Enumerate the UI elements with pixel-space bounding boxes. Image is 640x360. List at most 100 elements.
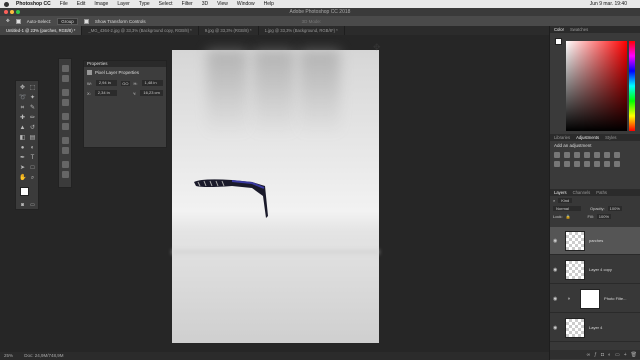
eraser-icon[interactable]: ◧: [19, 135, 26, 142]
foreground-swatch[interactable]: [555, 38, 562, 45]
move-tool-icon[interactable]: ✥: [6, 18, 10, 24]
color-picker-field[interactable]: [566, 41, 627, 131]
menu-window[interactable]: Window: [237, 1, 255, 7]
threshold-icon[interactable]: [614, 161, 620, 167]
history-icon[interactable]: [62, 65, 69, 72]
gradient-icon[interactable]: ▤: [29, 135, 36, 142]
link-dimensions-button[interactable]: GO: [121, 80, 130, 86]
layer-name[interactable]: Layer 4: [589, 325, 602, 330]
history-brush-icon[interactable]: ↺: [29, 125, 36, 132]
menu-edit[interactable]: Edit: [77, 1, 86, 7]
close-icon[interactable]: [4, 10, 8, 14]
zoom-tool-icon[interactable]: ⌕: [29, 175, 36, 182]
layer-row[interactable]: ◉ Layer 4: [550, 314, 640, 342]
layer-row[interactable]: ◉ ◑ Photo Filte...: [550, 285, 640, 313]
new-adjustment-icon[interactable]: ◐: [608, 352, 611, 358]
move-icon[interactable]: ✥: [19, 85, 26, 92]
channel-mixer-icon[interactable]: [574, 161, 580, 167]
tab-layers[interactable]: Layers: [554, 189, 567, 196]
color-balance-icon[interactable]: [614, 152, 620, 158]
stamp-icon[interactable]: ▲: [19, 125, 26, 132]
width-field[interactable]: 2,94 in: [95, 80, 118, 86]
tab-swatches[interactable]: Swatches: [570, 26, 588, 33]
menu-filter[interactable]: Filter: [182, 1, 193, 7]
hand-icon[interactable]: ✋: [19, 175, 26, 182]
tab-1-jpg[interactable]: 1.jpg @ 33,3% (Background, RGB/8*) *: [259, 26, 345, 35]
lock-icon[interactable]: 🔒: [566, 214, 571, 219]
group-select[interactable]: Group: [57, 17, 78, 25]
menu-view[interactable]: View: [217, 1, 228, 7]
pen-icon[interactable]: ✒: [19, 155, 26, 162]
menu-3d[interactable]: 3D: [202, 1, 208, 7]
opacity-field[interactable]: 100%: [607, 205, 622, 211]
brush-presets-icon[interactable]: [62, 171, 69, 178]
height-field[interactable]: 1,48 in: [141, 80, 163, 86]
visibility-icon[interactable]: ◉: [553, 238, 559, 244]
hue-slider[interactable]: [629, 41, 635, 131]
menu-type[interactable]: Type: [139, 1, 150, 7]
tool-presets-icon[interactable]: [62, 161, 69, 168]
exposure-icon[interactable]: [584, 152, 590, 158]
visibility-icon[interactable]: ◉: [553, 325, 559, 331]
transform-checkbox[interactable]: [83, 18, 89, 24]
menu-app[interactable]: Photoshop CC: [16, 1, 51, 7]
auto-select-checkbox[interactable]: [15, 18, 21, 24]
tab-mg-4364[interactable]: _MG_4364-2.jpg @ 33,3% (Background copy,…: [82, 26, 199, 35]
menu-file[interactable]: File: [60, 1, 68, 7]
minimize-icon[interactable]: [10, 10, 14, 14]
hue-saturation-icon[interactable]: [604, 152, 610, 158]
photo-filter-icon[interactable]: [564, 161, 570, 167]
crop-icon[interactable]: ⌗: [19, 105, 26, 112]
tab-paths[interactable]: Paths: [596, 189, 607, 196]
document-canvas[interactable]: [172, 50, 379, 343]
visibility-icon[interactable]: ◉: [553, 296, 559, 302]
fx-icon[interactable]: ƒ: [594, 352, 597, 358]
magic-wand-icon[interactable]: ✦: [29, 95, 36, 102]
brush-icon[interactable]: ✏: [29, 115, 36, 122]
tab-untitled-1[interactable]: Untitled-1 @ 23% (parches, RGB/8) *: [0, 26, 83, 35]
layer-mask-thumbnail[interactable]: [580, 288, 601, 309]
info-icon[interactable]: [62, 75, 69, 82]
tab-color[interactable]: Color: [554, 26, 564, 33]
play-icon[interactable]: [62, 89, 69, 96]
type-icon[interactable]: T: [29, 155, 36, 162]
fill-field[interactable]: 100%: [596, 213, 612, 219]
character-icon[interactable]: [62, 113, 69, 120]
layer-row[interactable]: ◉ parches: [550, 227, 640, 255]
menu-help[interactable]: Help: [264, 1, 274, 7]
vibrance-icon[interactable]: [594, 152, 600, 158]
x-field[interactable]: 2,34 in: [94, 90, 118, 96]
apple-icon[interactable]: [4, 1, 9, 7]
posterize-icon[interactable]: [604, 161, 610, 167]
brush-settings-icon[interactable]: [62, 99, 69, 106]
eyedropper-icon[interactable]: ✎: [29, 105, 36, 112]
layer-name[interactable]: Photo Filte...: [604, 296, 626, 301]
y-field[interactable]: 16,23 cm: [140, 90, 163, 96]
properties-icon[interactable]: [62, 147, 69, 154]
blur-icon[interactable]: ●: [19, 145, 26, 152]
layer-name[interactable]: Layer 4 copy: [589, 267, 612, 272]
blend-mode-select[interactable]: Normal: [553, 205, 581, 211]
paragraph-icon[interactable]: [62, 123, 69, 130]
tab-9-jpg[interactable]: 9.jpg @ 33,3% (RGB/8) *: [199, 26, 259, 35]
quick-mask-icon[interactable]: ◙: [19, 202, 26, 209]
foreground-color-swatch[interactable]: [20, 187, 29, 196]
dodge-icon[interactable]: ◐: [29, 145, 36, 152]
menu-image[interactable]: Image: [94, 1, 108, 7]
invert-icon[interactable]: [594, 161, 600, 167]
tab-styles[interactable]: Styles: [605, 134, 616, 141]
color-lookup-icon[interactable]: [584, 161, 590, 167]
new-layer-icon[interactable]: +: [624, 352, 627, 358]
levels-icon[interactable]: [564, 152, 570, 158]
menu-select[interactable]: Select: [159, 1, 173, 7]
screen-mode-icon[interactable]: ▭: [29, 202, 36, 209]
tab-channels[interactable]: Channels: [573, 189, 591, 196]
link-layers-icon[interactable]: ∞: [587, 352, 591, 358]
add-mask-icon[interactable]: ◘: [601, 352, 604, 358]
healing-icon[interactable]: ✚: [19, 115, 26, 122]
shape-icon[interactable]: □: [29, 165, 36, 172]
clone-source-icon[interactable]: [62, 137, 69, 144]
layer-row[interactable]: ◉ Layer 4 copy: [550, 256, 640, 284]
lasso-icon[interactable]: ➰: [19, 95, 26, 102]
brightness-icon[interactable]: [554, 152, 560, 158]
